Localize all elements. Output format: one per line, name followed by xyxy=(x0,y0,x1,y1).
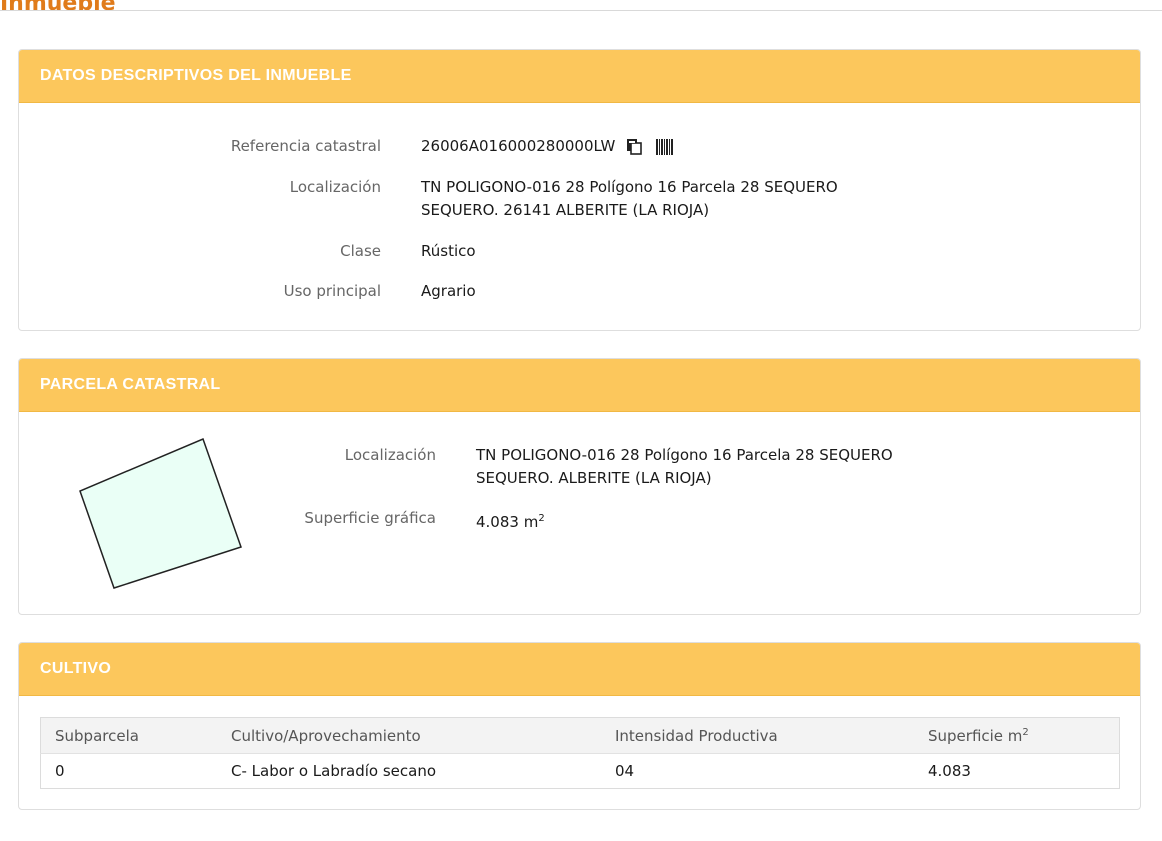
superficie-grafica-label: Superficie gráfica xyxy=(304,509,436,527)
parcela-localizacion-value: TN POLIGONO-016 28 Polígono 16 Parcela 2… xyxy=(476,444,893,490)
top-divider xyxy=(0,10,1162,11)
parcela-localizacion-line2: SEQUERO. ALBERITE (LA RIOJA) xyxy=(476,469,712,487)
localizacion-line1: TN POLIGONO-016 28 Polígono 16 Parcela 2… xyxy=(421,178,838,196)
cultivo-title: CULTIVO xyxy=(40,660,112,677)
col-subparcela: Subparcela xyxy=(40,717,217,754)
cell-subparcela: 0 xyxy=(55,762,65,780)
localizacion-label: Localización xyxy=(289,178,381,196)
cultivo-header: CULTIVO xyxy=(19,643,1140,696)
barcode-icon[interactable] xyxy=(656,138,674,155)
uso-principal-value: Agrario xyxy=(421,282,476,300)
cultivo-panel: CULTIVO Subparcela Cultivo/Aprovechamien… xyxy=(18,642,1141,810)
col-superficie: Superficie m2 xyxy=(914,717,1120,754)
copy-icon[interactable] xyxy=(626,138,642,155)
uso-principal-label: Uso principal xyxy=(283,282,381,300)
parcela-catastral-header: PARCELA CATASTRAL xyxy=(19,359,1140,412)
cultivo-table: Subparcela Cultivo/Aprovechamiento Inten… xyxy=(40,717,1120,789)
cell-cultivo: C- Labor o Labradío secano xyxy=(231,762,437,780)
parcela-catastral-title: PARCELA CATASTRAL xyxy=(40,376,221,393)
cultivo-table-header-row: Subparcela Cultivo/Aprovechamiento Inten… xyxy=(40,717,1120,754)
referencia-label: Referencia catastral xyxy=(230,137,381,155)
superficie-grafica-number: 4.083 m xyxy=(476,513,539,531)
parcela-catastral-panel: PARCELA CATASTRAL Localización TN POLIGO… xyxy=(18,358,1141,615)
localizacion-value: TN POLIGONO-016 28 Polígono 16 Parcela 2… xyxy=(421,176,838,222)
datos-descriptivos-panel: DATOS DESCRIPTIVOS DEL INMUEBLE Referenc… xyxy=(18,49,1141,331)
datos-descriptivos-header: DATOS DESCRIPTIVOS DEL INMUEBLE xyxy=(19,50,1140,103)
table-row: 0 C- Labor o Labradío secano 04 4.083 xyxy=(41,754,1120,789)
col-intensidad: Intensidad Productiva xyxy=(601,717,914,754)
clase-label: Clase xyxy=(340,242,381,260)
localizacion-line2: SEQUERO. 26141 ALBERITE (LA RIOJA) xyxy=(421,201,710,219)
cell-intensidad: 04 xyxy=(615,762,635,780)
referencia-row: 26006A016000280000LW xyxy=(421,135,674,158)
superficie-grafica-value: 4.083 m2 xyxy=(476,507,545,534)
col-superficie-text: Superficie m xyxy=(928,726,1023,745)
cell-superficie: 4.083 xyxy=(928,762,971,780)
parcela-localizacion-label: Localización xyxy=(344,446,436,464)
col-cultivo: Cultivo/Aprovechamiento xyxy=(217,717,601,754)
superficie-grafica-unit-sup: 2 xyxy=(538,513,545,524)
clase-value: Rústico xyxy=(421,242,476,260)
referencia-value: 26006A016000280000LW xyxy=(421,137,616,155)
parcela-localizacion-line1: TN POLIGONO-016 28 Polígono 16 Parcela 2… xyxy=(476,446,893,464)
datos-descriptivos-title: DATOS DESCRIPTIVOS DEL INMUEBLE xyxy=(40,67,352,84)
col-superficie-sup: 2 xyxy=(1022,726,1029,738)
page-heading: Inmueble xyxy=(0,0,116,16)
